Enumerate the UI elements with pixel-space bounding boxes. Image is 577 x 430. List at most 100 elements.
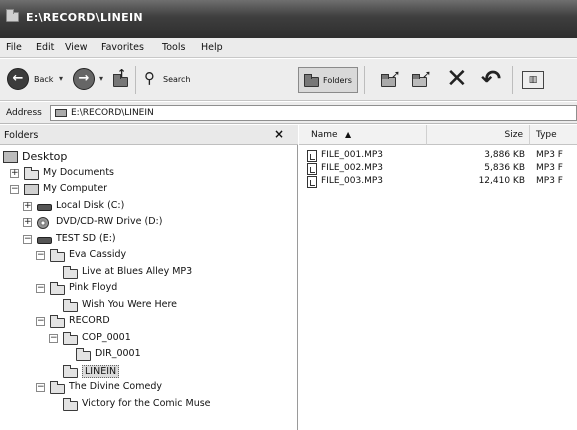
folder-icon bbox=[50, 249, 65, 262]
folder-icon bbox=[63, 364, 78, 378]
tree-item[interactable]: − TEST SD (E:) bbox=[0, 232, 297, 248]
back-dropdown-icon[interactable]: ▾ bbox=[59, 74, 63, 83]
tree-item-label: The Divine Comedy bbox=[69, 381, 162, 392]
tree-item[interactable]: Live at Blues Alley MP3 bbox=[0, 265, 297, 281]
undo-icon[interactable]: ↶ bbox=[481, 64, 501, 94]
folders-button[interactable]: Folders bbox=[298, 67, 358, 93]
address-value: E:\RECORD\LINEIN bbox=[71, 108, 154, 118]
tree-item[interactable]: − The Divine Comedy bbox=[0, 380, 297, 396]
folder-icon bbox=[63, 265, 78, 279]
tree-item[interactable]: − RECORD bbox=[0, 314, 297, 330]
file-size: 5,836 KB bbox=[484, 163, 525, 173]
expand-icon[interactable]: + bbox=[23, 218, 32, 227]
column-header-size[interactable]: Size bbox=[427, 125, 530, 145]
file-row[interactable]: FILE_003.MP3 12,410 KB MP3 F bbox=[299, 175, 577, 189]
forward-dropdown-icon[interactable]: ▾ bbox=[99, 74, 103, 83]
tree-item[interactable]: + DVD/CD-RW Drive (D:) bbox=[0, 215, 297, 231]
folder-icon bbox=[50, 282, 65, 295]
back-arrow-icon[interactable]: ← bbox=[7, 68, 29, 90]
menu-tools[interactable]: Tools bbox=[162, 42, 185, 53]
tree-item-label: COP_0001 bbox=[82, 331, 131, 343]
folders-icon bbox=[304, 74, 319, 87]
up-arrow-icon: ↑ bbox=[117, 67, 127, 80]
collapse-icon[interactable]: − bbox=[36, 383, 45, 392]
tree-item-label: TEST SD (E:) bbox=[56, 232, 116, 244]
folders-label: Folders bbox=[323, 76, 352, 85]
views-icon[interactable]: ▥ bbox=[522, 71, 544, 89]
column-header-name[interactable]: Name ▲ bbox=[299, 125, 427, 145]
back-label[interactable]: Back bbox=[34, 75, 53, 84]
column-size-label: Size bbox=[504, 130, 523, 140]
tree-item-label: Pink Floyd bbox=[69, 282, 118, 293]
column-type-label: Type bbox=[536, 130, 557, 140]
folder-icon bbox=[50, 315, 65, 328]
expand-icon[interactable]: + bbox=[23, 201, 32, 211]
tree-item-label: Desktop bbox=[22, 150, 68, 163]
menu-favorites[interactable]: Favorites bbox=[101, 42, 144, 53]
folder-icon bbox=[63, 331, 78, 345]
menu-edit[interactable]: Edit bbox=[36, 42, 54, 53]
collapse-icon[interactable]: − bbox=[36, 284, 45, 293]
sort-ascending-icon: ▲ bbox=[345, 130, 352, 139]
collapse-icon[interactable]: − bbox=[10, 185, 19, 194]
delete-x-icon[interactable]: ✕ bbox=[446, 64, 468, 94]
file-type: MP3 F bbox=[536, 163, 563, 173]
address-bar: Address E:\RECORD\LINEIN bbox=[0, 102, 577, 124]
toolbar-separator bbox=[364, 66, 365, 94]
tree-item[interactable]: LINEIN bbox=[0, 364, 297, 380]
audio-file-icon bbox=[307, 176, 317, 188]
column-name-label: Name bbox=[311, 130, 338, 140]
tree-item-label: Wish You Were Here bbox=[82, 298, 177, 310]
folders-title: Folders bbox=[4, 130, 39, 141]
disk-icon bbox=[37, 236, 52, 244]
dvd-icon bbox=[37, 217, 49, 229]
menu-file[interactable]: File bbox=[6, 42, 22, 53]
file-size: 3,886 KB bbox=[484, 150, 525, 160]
file-row[interactable]: FILE_001.MP3 3,886 KB MP3 F bbox=[299, 149, 577, 163]
address-label: Address bbox=[6, 108, 42, 118]
tree-item[interactable]: Desktop bbox=[0, 149, 297, 165]
collapse-icon[interactable]: − bbox=[23, 234, 32, 244]
collapse-icon[interactable]: − bbox=[36, 251, 45, 260]
close-icon[interactable]: × bbox=[274, 127, 284, 141]
toolbar: ← Back ▾ → ▾ ↑ ⚲ Search Folders ➚ ➚ ✕ ↶ … bbox=[0, 59, 577, 101]
audio-file-icon bbox=[307, 150, 317, 162]
folder-icon bbox=[6, 9, 19, 22]
menu-view[interactable]: View bbox=[65, 42, 88, 53]
magnifier-icon[interactable]: ⚲ bbox=[144, 69, 155, 87]
menu-help[interactable]: Help bbox=[201, 42, 223, 53]
file-row[interactable]: FILE_002.MP3 5,836 KB MP3 F bbox=[299, 162, 577, 176]
tree-item[interactable]: + My Documents bbox=[0, 166, 297, 182]
collapse-icon[interactable]: − bbox=[49, 333, 58, 343]
forward-arrow-icon[interactable]: → bbox=[73, 68, 95, 90]
tree-item[interactable]: − Pink Floyd bbox=[0, 281, 297, 297]
tree-item[interactable]: DIR_0001 bbox=[0, 347, 297, 363]
search-label[interactable]: Search bbox=[163, 75, 190, 84]
file-type: MP3 F bbox=[536, 150, 563, 160]
title-bar[interactable]: E:\RECORD\LINEIN bbox=[0, 0, 577, 38]
folder-icon bbox=[55, 109, 67, 117]
collapse-icon[interactable]: − bbox=[36, 317, 45, 326]
folder-icon bbox=[24, 166, 39, 180]
file-name: FILE_001.MP3 bbox=[321, 150, 383, 160]
copy-arrow-icon: ➚ bbox=[422, 68, 432, 81]
tree-item-label: Victory for the Comic Muse bbox=[82, 397, 211, 409]
tree-item[interactable]: − My Computer bbox=[0, 182, 297, 198]
tree-item[interactable]: − COP_0001 bbox=[0, 331, 297, 347]
folder-icon bbox=[63, 298, 78, 312]
tree-item-label: My Computer bbox=[43, 183, 108, 194]
folder-icon bbox=[76, 348, 91, 361]
tree-item-label: RECORD bbox=[69, 315, 110, 326]
expand-icon[interactable]: + bbox=[10, 168, 19, 178]
address-field[interactable]: E:\RECORD\LINEIN bbox=[50, 105, 577, 121]
column-header-type[interactable]: Type bbox=[530, 125, 577, 145]
tree-item[interactable]: + Local Disk (C:) bbox=[0, 199, 297, 215]
tree-item[interactable]: Wish You Were Here bbox=[0, 298, 297, 314]
tree-item[interactable]: − Eva Cassidy bbox=[0, 248, 297, 264]
tree-item-label: LINEIN bbox=[82, 364, 120, 378]
explorer-window: E:\RECORD\LINEIN File Edit View Favorite… bbox=[0, 0, 577, 430]
file-type: MP3 F bbox=[536, 176, 563, 186]
folders-pane: Folders × Desktop + My Documents − My Comput… bbox=[0, 125, 298, 430]
tree-item[interactable]: Victory for the Comic Muse bbox=[0, 397, 297, 413]
toolbar-separator bbox=[512, 66, 513, 94]
